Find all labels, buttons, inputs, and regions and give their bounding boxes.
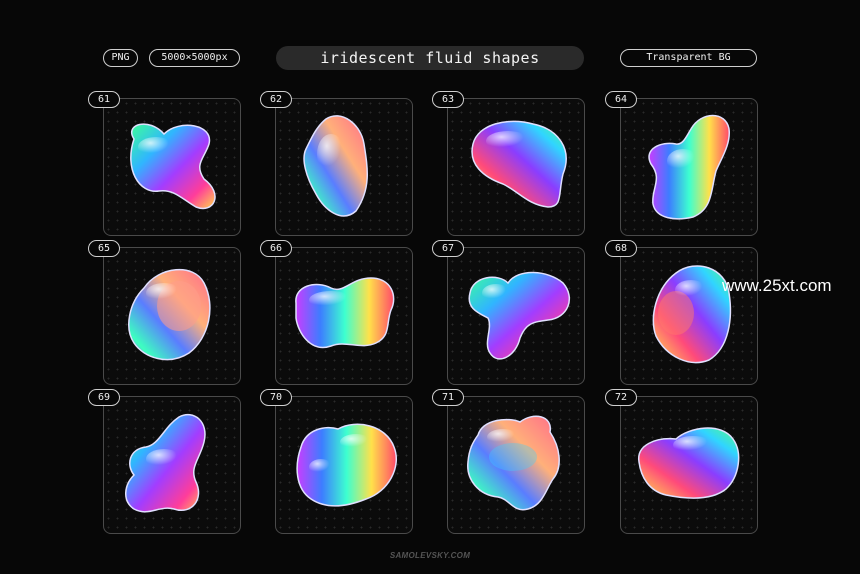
card-number: 70 (260, 389, 292, 406)
card-number: 62 (260, 91, 292, 108)
fluid-shape-image (303, 115, 368, 217)
watermark-text: www.25xt.com (722, 276, 832, 295)
fluid-shape-image (471, 120, 567, 208)
shape-card-62[interactable]: 62 (260, 91, 413, 236)
card-number: 66 (260, 240, 292, 257)
card-number: 67 (432, 240, 464, 257)
card-number: 71 (432, 389, 464, 406)
card-number: 63 (432, 91, 464, 108)
shape-card-72[interactable]: 72 (605, 389, 758, 534)
card-number: 72 (605, 389, 637, 406)
page-title: iridescent fluid shapes (276, 46, 584, 70)
shape-card-64[interactable]: 64 (605, 91, 758, 236)
fluid-shape-image (128, 269, 211, 361)
format-badge: PNG (103, 49, 138, 67)
card-number: 68 (605, 240, 637, 257)
fluid-shape-image (638, 427, 740, 499)
fluid-shape-image (296, 423, 397, 507)
fluid-shape-image (295, 277, 395, 349)
shape-card-69[interactable]: 69 (88, 389, 241, 534)
fluid-shape-image (468, 271, 570, 360)
shape-card-68[interactable]: 68 (605, 240, 758, 385)
card-number: 65 (88, 240, 120, 257)
shape-card-65[interactable]: 65 (88, 240, 241, 385)
card-number: 69 (88, 389, 120, 406)
fluid-shape-image (467, 415, 560, 511)
header: PNG 5000×5000px iridescent fluid shapes … (0, 0, 860, 80)
fluid-shape-image (130, 123, 216, 210)
footer-credit: SAMOLEVSKY.COM (389, 551, 471, 560)
shape-card-61[interactable]: 61 (88, 91, 241, 236)
card-number: 64 (605, 91, 637, 108)
shape-card-63[interactable]: 63 (432, 91, 585, 236)
background-badge: Transparent BG (620, 49, 757, 67)
shape-card-67[interactable]: 67 (432, 240, 585, 385)
shape-card-71[interactable]: 71 (432, 389, 585, 534)
size-badge: 5000×5000px (149, 49, 240, 67)
fluid-shape-image (125, 413, 206, 513)
fluid-shape-image (652, 265, 732, 364)
fluid-shape-image (648, 114, 730, 220)
card-number: 61 (88, 91, 120, 108)
shape-card-66[interactable]: 66 (260, 240, 413, 385)
shape-card-70[interactable]: 70 (260, 389, 413, 534)
